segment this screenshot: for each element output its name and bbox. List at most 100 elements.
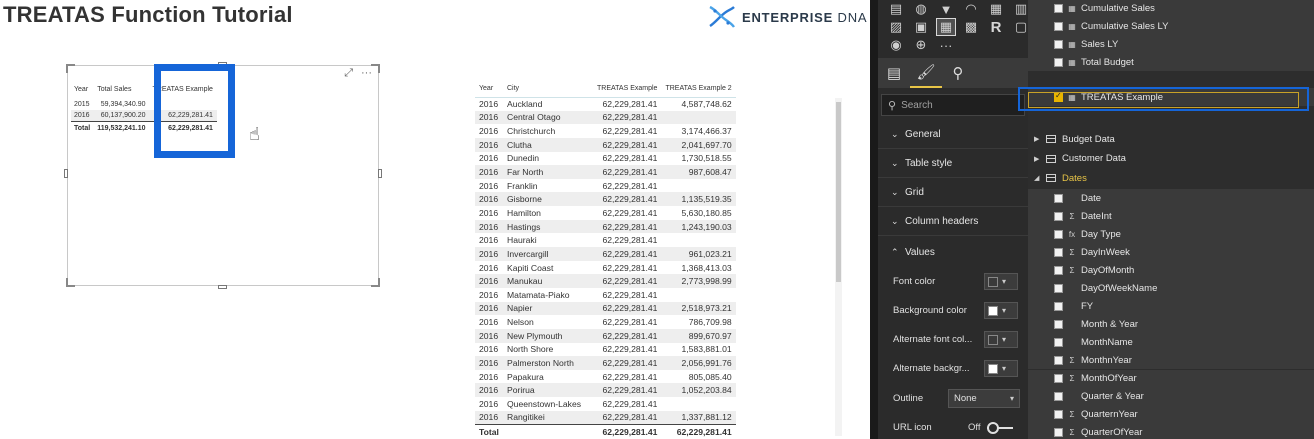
column-header-treatas-example[interactable]: TREATAS Example	[593, 80, 662, 98]
section-general[interactable]: ⌄ General	[878, 121, 1030, 149]
field-item-sales-ly[interactable]: ▦ Sales LY	[1028, 35, 1314, 54]
field-checkbox[interactable]	[1054, 57, 1063, 67]
field-item-dayofweekname[interactable]: DayOfWeekName	[1028, 279, 1314, 298]
field-item-dateint[interactable]: Σ DateInt	[1028, 207, 1314, 226]
arcgis-icon[interactable]: ⊕	[911, 36, 931, 54]
total-row: Total 62,229,281.41 62,229,281.41	[475, 423, 736, 439]
scrollbar-thumb[interactable]	[836, 102, 841, 282]
table-icon	[1046, 154, 1056, 163]
field-table-customer-data[interactable]: ▶ Customer Data	[1028, 150, 1314, 168]
section-table-style[interactable]: ⌄ Table style	[878, 150, 1030, 178]
background-color-picker[interactable]: ▾	[984, 302, 1018, 319]
chevron-down-icon: ⌄	[891, 158, 899, 168]
field-checkbox[interactable]	[1054, 265, 1063, 275]
field-checkbox[interactable]	[1054, 247, 1063, 257]
table-row: 2016 Nelson 62,229,281.41 786,709.98	[479, 317, 732, 328]
field-checkbox[interactable]	[1054, 21, 1063, 31]
field-checkbox[interactable]	[1054, 392, 1063, 402]
field-checkbox[interactable]	[1054, 355, 1063, 365]
chevron-up-icon: ⌃	[891, 246, 899, 257]
field-item-monthofyear[interactable]: Σ MonthOfYear	[1028, 369, 1314, 388]
resize-handle-br[interactable]	[371, 278, 380, 287]
resize-handle-tl[interactable]	[66, 64, 75, 73]
field-checkbox[interactable]	[1054, 428, 1063, 438]
field-checkbox[interactable]	[1054, 410, 1063, 420]
field-item-monthname[interactable]: MonthName	[1028, 333, 1314, 352]
highlight-box-annotation	[154, 64, 235, 158]
city-table: Year City TREATAS Example TREATAS Exampl…	[475, 80, 736, 439]
resize-handle-tr[interactable]	[371, 64, 380, 73]
ellipsis-icon[interactable]: ···	[936, 36, 956, 54]
globe-icon[interactable]: ◉	[886, 36, 906, 54]
field-checkbox[interactable]	[1054, 39, 1063, 49]
field-item-date[interactable]: Date	[1028, 189, 1314, 207]
analytics-magnifier-icon[interactable]: ⚲	[942, 58, 974, 88]
field-checkbox[interactable]	[1054, 3, 1063, 13]
field-item-fy[interactable]: FY	[1028, 297, 1314, 316]
column-header-year[interactable]: Year	[475, 80, 503, 98]
slicer-icon[interactable]: ▣	[911, 18, 931, 36]
section-column-headers[interactable]: ⌄ Column headers	[878, 208, 1030, 236]
city-table-visual[interactable]: Year City TREATAS Example TREATAS Exampl…	[475, 80, 845, 439]
more-options-icon[interactable]: ···	[361, 67, 372, 80]
vertical-scrollbar[interactable]	[835, 98, 842, 436]
font-color-picker[interactable]: ▾	[984, 273, 1018, 290]
field-table-dates[interactable]: ◢ Dates	[1028, 169, 1314, 187]
table-row: 2016 Far North 62,229,281.41 987,608.47	[475, 165, 736, 179]
field-item-cumulative-sales-ly[interactable]: ▦ Cumulative Sales LY	[1028, 17, 1314, 36]
gauge-icon[interactable]: ◠	[961, 0, 981, 18]
field-checkbox[interactable]	[1054, 283, 1063, 293]
field-item-quarter-year[interactable]: Quarter & Year	[1028, 387, 1314, 406]
resize-handle-left[interactable]	[64, 169, 68, 178]
field-checkbox[interactable]	[1054, 229, 1063, 239]
funnel-icon[interactable]: ▼	[936, 0, 956, 18]
field-checkbox[interactable]	[1054, 91, 1063, 102]
column-header-year[interactable]: Year	[71, 84, 94, 99]
resize-handle-right[interactable]	[378, 169, 382, 178]
field-checkbox[interactable]	[1054, 337, 1063, 347]
card-icon[interactable]: ▦	[986, 0, 1006, 18]
format-paint-roller-icon[interactable]: 🖌	[910, 58, 942, 88]
section-values[interactable]: ⌃ Values	[878, 238, 1030, 266]
column-header-treatas-example-2[interactable]: TREATAS Example 2	[661, 80, 736, 98]
kpi-icon[interactable]: ▨	[886, 18, 906, 36]
outline-dropdown[interactable]: None ▾	[948, 389, 1020, 408]
resize-handle-bl[interactable]	[66, 278, 75, 287]
fields-tab-icon[interactable]: ▤	[878, 58, 910, 88]
url-icon-row: URL icon Off	[878, 413, 1030, 439]
table-row: 2016 Auckland 62,229,281.41 4,587,748.62	[479, 99, 732, 110]
alt-font-color-picker[interactable]: ▾	[984, 331, 1018, 348]
field-item-monthnyear[interactable]: Σ MonthnYear	[1028, 351, 1314, 370]
table-visual-icon[interactable]: ▦	[936, 18, 956, 36]
field-checkbox[interactable]	[1054, 374, 1063, 383]
field-item-dayofmonth[interactable]: Σ DayOfMonth	[1028, 261, 1314, 280]
field-table-budget-data[interactable]: ▶ Budget Data	[1028, 130, 1314, 148]
url-icon-toggle[interactable]: Off	[968, 421, 1013, 434]
field-checkbox[interactable]	[1054, 301, 1063, 311]
waterfall-visual-icon[interactable]: ▤	[886, 0, 906, 18]
field-checkbox[interactable]	[1054, 193, 1063, 203]
field-item-treatas-example[interactable]: ▦TREATAS Example	[1028, 88, 1314, 107]
field-item-dayinweek[interactable]: Σ DayInWeek	[1028, 243, 1314, 262]
column-header-city[interactable]: City	[503, 80, 593, 98]
format-search-input[interactable]: ⚲ Search	[881, 94, 1025, 116]
field-item-total-budget[interactable]: ▦ Total Budget	[1028, 53, 1314, 72]
pane-divider[interactable]	[870, 0, 878, 439]
field-item-cumulative-sales[interactable]: ▦ Cumulative Sales	[1028, 0, 1314, 17]
field-checkbox[interactable]	[1054, 319, 1063, 329]
table-row: 2016 Papakura 62,229,281.41 805,085.40	[479, 371, 732, 382]
section-grid[interactable]: ⌄ Grid	[878, 179, 1030, 207]
field-item-quarternyear[interactable]: Σ QuarternYear	[1028, 405, 1314, 424]
focus-mode-icon[interactable]: ⤢	[344, 67, 353, 80]
matrix-icon[interactable]: ▩	[961, 18, 981, 36]
field-checkbox[interactable]	[1054, 211, 1063, 221]
r-script-icon[interactable]: R	[986, 18, 1006, 36]
field-item-quarterofyear[interactable]: Σ QuarterOfYear	[1028, 423, 1314, 439]
field-item-month-year[interactable]: Month & Year	[1028, 315, 1314, 334]
globe-map-icon[interactable]: ◍	[911, 0, 931, 18]
column-header-total-sales[interactable]: Total Sales	[94, 84, 149, 99]
resize-handle-bottom[interactable]	[218, 285, 227, 289]
outline-row: Outline None ▾	[878, 384, 1030, 413]
field-item-day-type[interactable]: fx Day Type	[1028, 225, 1314, 244]
alt-background-picker[interactable]: ▾	[984, 360, 1018, 377]
